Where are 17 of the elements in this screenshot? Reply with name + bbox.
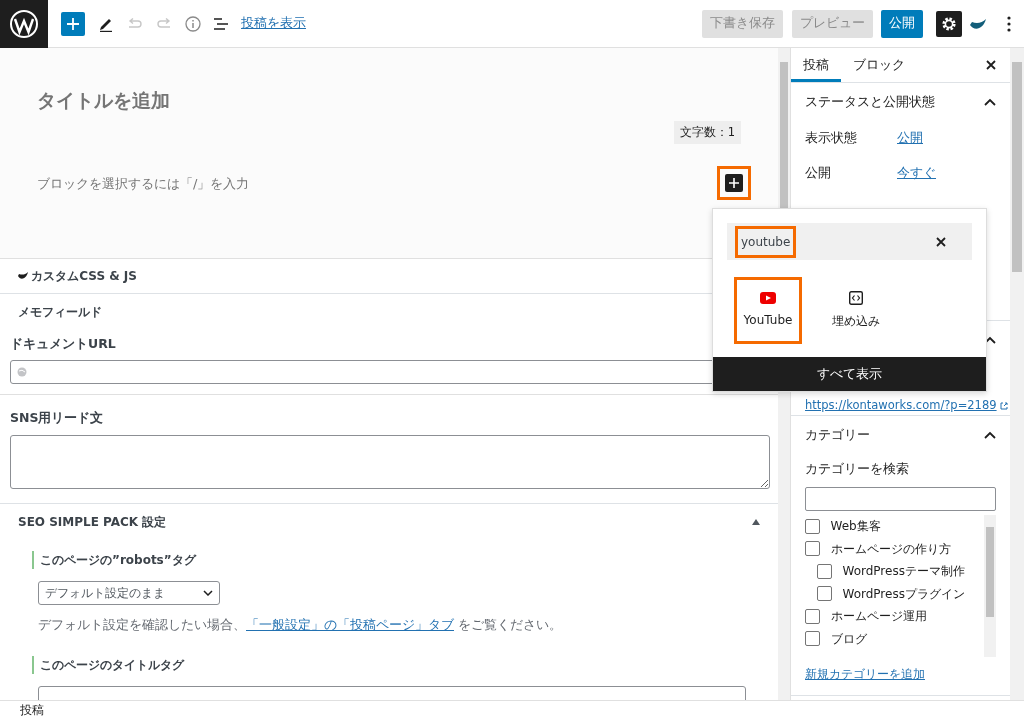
setting-label: このページのタイトルタグ (32, 656, 760, 675)
field-label: カテゴリーを検索 (805, 460, 910, 478)
search-value: youtube (735, 225, 797, 258)
checkbox-label: ホームページ運用 (830, 608, 927, 625)
checkbox-label: WordPressテーマ制作 (842, 563, 965, 580)
checkbox-label: Web集客 (830, 518, 881, 535)
select-value: デフォルト設定のまま (44, 584, 165, 602)
field-label: SNS用リード文 (10, 409, 105, 428)
field-label: 公開 (805, 164, 832, 183)
setting-label: このページの”robots”タグ (32, 550, 760, 569)
field-label: ドキュメントURL (10, 335, 117, 353)
checkbox-label: ブログ (830, 630, 867, 648)
help-text: デフォルト設定を確認したい場合、「一般設定」の「投稿ページ」タブ をご覧ください。 (38, 615, 563, 634)
checkbox-label: ホームページの作り方 (830, 540, 951, 558)
word-count: 文字数：1 (673, 121, 741, 145)
field-label: 表示状態 (805, 129, 858, 148)
checkbox-label: WordPressプラグイン (842, 585, 965, 603)
